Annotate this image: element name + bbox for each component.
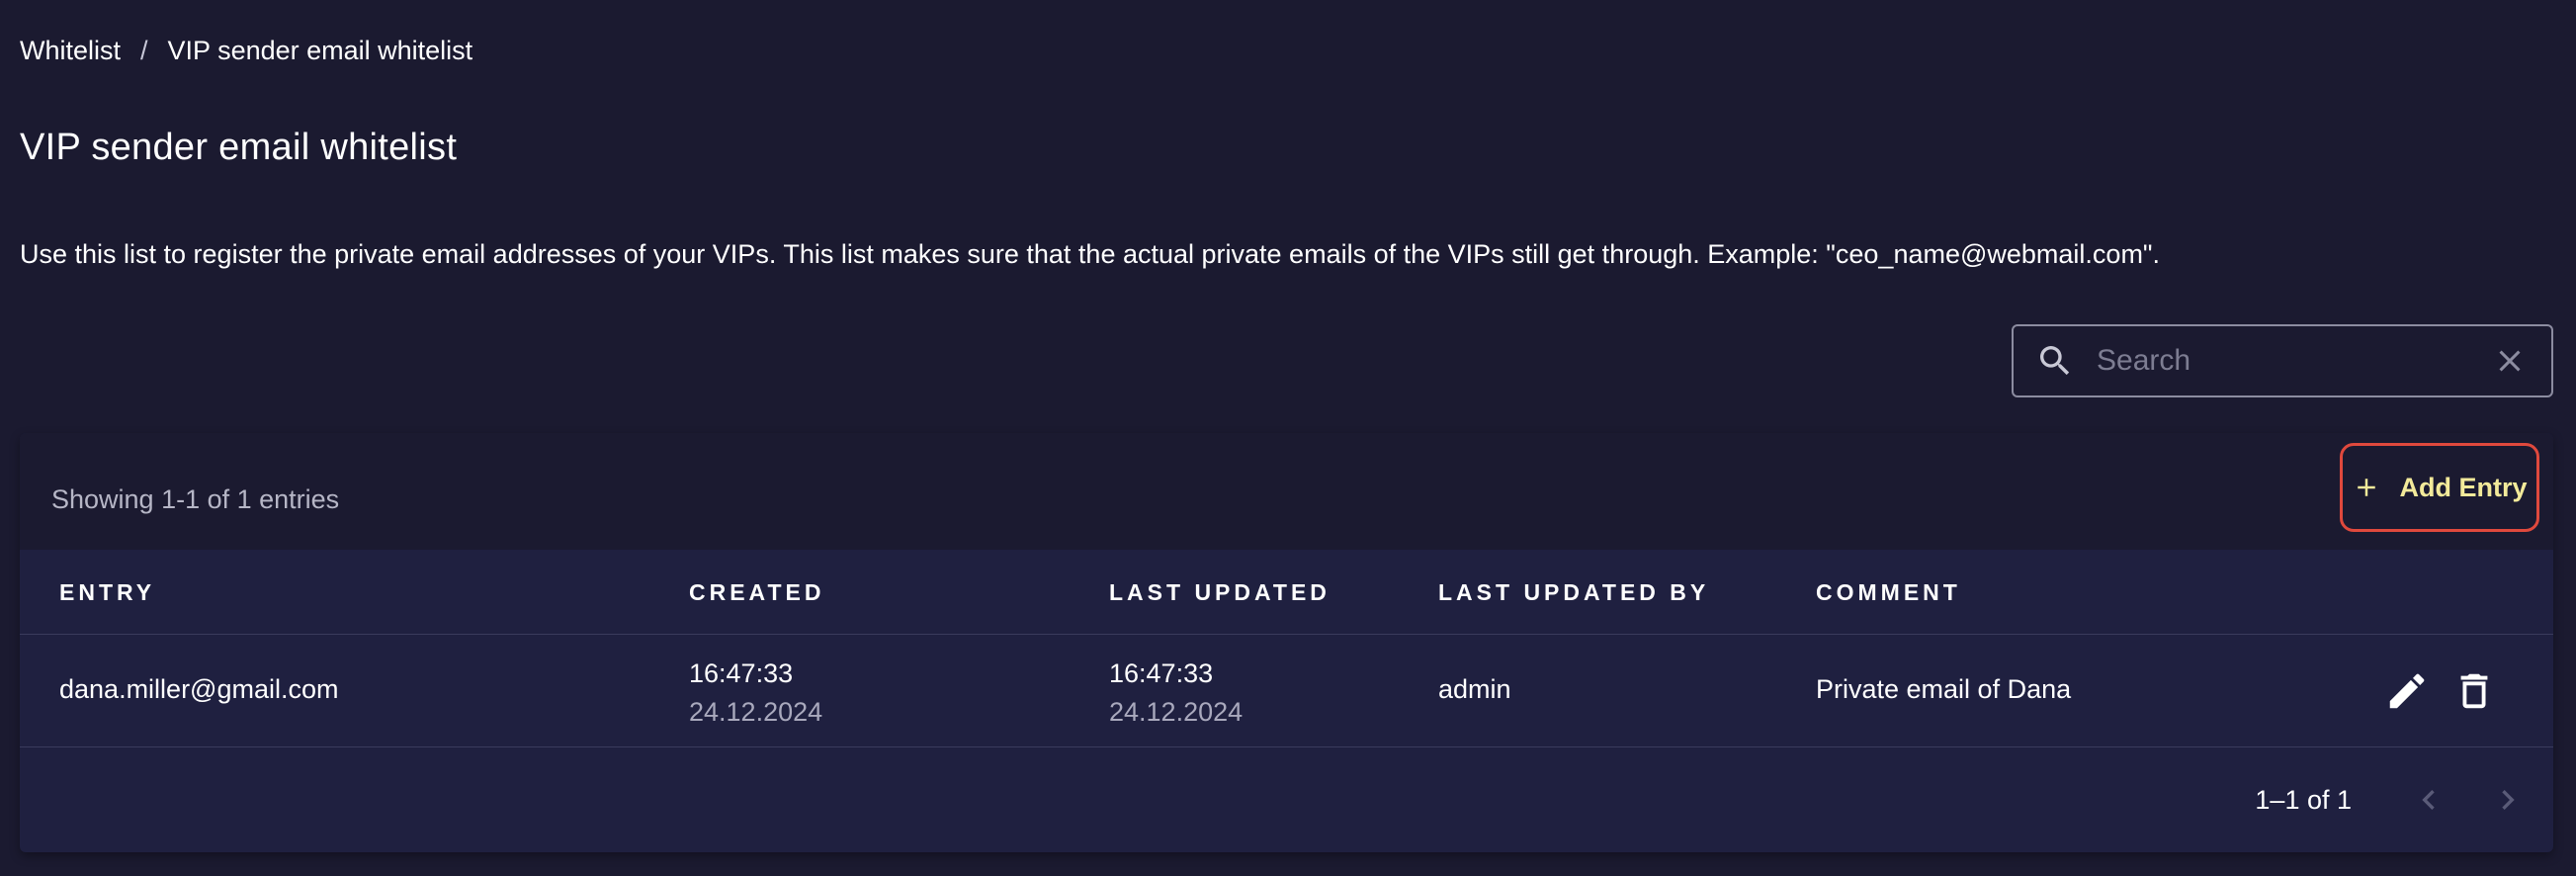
breadcrumb-separator: / (140, 36, 148, 65)
cell-entry: dana.miller@gmail.com (59, 674, 339, 704)
breadcrumb-item-current: VIP sender email whitelist (167, 36, 473, 65)
created-date: 24.12.2024 (689, 697, 823, 727)
created-time: 16:47:33 (689, 658, 794, 688)
cell-created: 16:47:33 24.12.2024 (689, 655, 822, 732)
plus-icon (2352, 473, 2381, 502)
search-box (2012, 324, 2553, 397)
column-header-last-updated-by[interactable]: LAST UPDATED BY (1438, 579, 1709, 606)
delete-icon[interactable] (2451, 668, 2497, 714)
cell-last-updated-by: admin (1438, 674, 1511, 704)
page-description: Use this list to register the private em… (20, 239, 2161, 269)
table-header: ENTRY CREATED LAST UPDATED LAST UPDATED … (20, 550, 2553, 635)
updated-time: 16:47:33 (1109, 658, 1214, 688)
entries-table-card: Showing 1-1 of 1 entries Add Entry ENTRY… (20, 433, 2553, 852)
updated-date: 24.12.2024 (1109, 697, 1244, 727)
cell-comment: Private email of Dana (1816, 674, 2072, 704)
search-icon (2035, 341, 2075, 381)
cell-last-updated: 16:47:33 24.12.2024 (1109, 655, 1243, 732)
breadcrumb: Whitelist / VIP sender email whitelist (20, 36, 472, 66)
close-icon[interactable] (2492, 343, 2528, 379)
column-header-created[interactable]: CREATED (689, 579, 824, 606)
search-input[interactable] (2097, 344, 2492, 378)
breadcrumb-item-whitelist[interactable]: Whitelist (20, 36, 121, 66)
column-header-last-updated[interactable]: LAST UPDATED (1109, 579, 1331, 606)
row-actions (2384, 668, 2497, 714)
add-entry-button[interactable]: Add Entry (2340, 443, 2539, 532)
edit-icon[interactable] (2384, 668, 2430, 714)
chevron-right-icon[interactable] (2488, 780, 2528, 820)
table-row: dana.miller@gmail.com 16:47:33 24.12.202… (20, 635, 2553, 747)
column-header-comment[interactable]: COMMENT (1816, 579, 1961, 606)
page-title: VIP sender email whitelist (20, 127, 458, 168)
pagination-range: 1–1 of 1 (2255, 784, 2352, 815)
showing-entries-count: Showing 1-1 of 1 entries (51, 484, 340, 514)
add-entry-label: Add Entry (2399, 472, 2528, 502)
table-toolbar: Showing 1-1 of 1 entries Add Entry (20, 433, 2553, 550)
pagination: 1–1 of 1 (2255, 747, 2553, 852)
column-header-entry[interactable]: ENTRY (59, 579, 155, 606)
chevron-left-icon[interactable] (2409, 780, 2448, 820)
